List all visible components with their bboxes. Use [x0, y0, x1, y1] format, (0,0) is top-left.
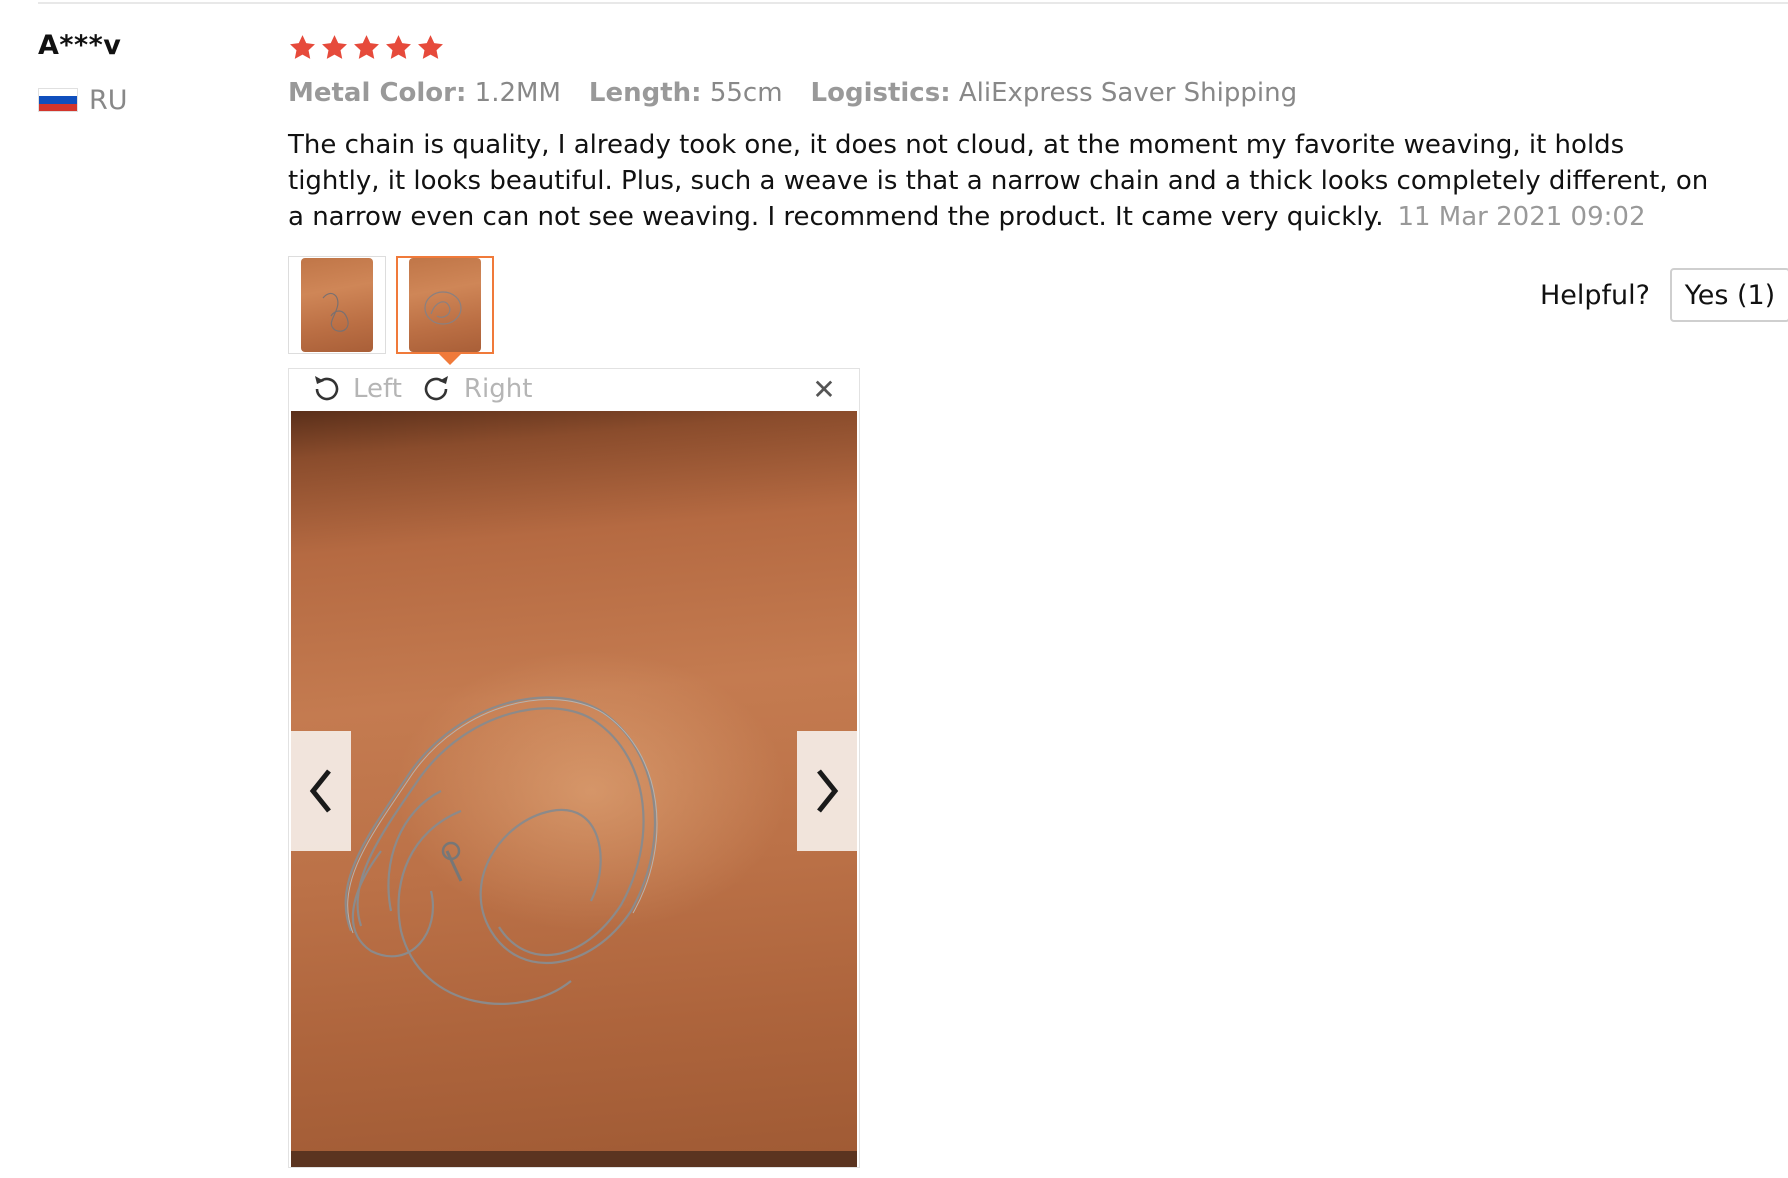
attribute-key: Logistics: [810, 78, 951, 108]
review-thumbnails [288, 256, 494, 365]
attribute-key: Metal Color: [288, 78, 467, 108]
helpful-yes-button[interactable]: Yes (1) [1670, 268, 1788, 322]
attribute-value: AliExpress Saver Shipping [958, 78, 1298, 108]
review-body: The chain is quality, I already took one… [288, 127, 1718, 235]
review-page: A***v RU Metal Color: 1.2MM Length: 55cm… [0, 0, 1788, 1178]
star-icon [384, 33, 413, 62]
reviewer-name: A***v [38, 30, 122, 61]
review-attributes: Metal Color: 1.2MM Length: 55cm Logistic… [288, 78, 1297, 108]
review-thumbnail-1[interactable] [288, 256, 386, 354]
viewer-toolbar: Left Right ✕ [289, 369, 859, 409]
divider [38, 2, 1788, 4]
reviewer-country: RU [38, 84, 128, 116]
review-photo [291, 411, 857, 1167]
star-rating [288, 33, 445, 62]
star-icon [352, 33, 381, 62]
image-viewer: Left Right ✕ [288, 368, 860, 1168]
attribute-length: Length: 55cm [589, 78, 783, 108]
attribute-key: Length: [588, 78, 702, 108]
previous-image-button[interactable] [291, 731, 351, 851]
rotate-left-button[interactable]: Left [309, 372, 402, 406]
country-code: RU [89, 84, 128, 116]
helpful-section: Helpful? Yes (1) [1540, 268, 1788, 322]
rotate-right-icon [424, 376, 448, 401]
attribute-metal-color: Metal Color: 1.2MM [288, 78, 561, 108]
chain-illustration [344, 696, 658, 1005]
rotate-left-icon [315, 376, 339, 401]
chevron-left-icon [309, 769, 331, 813]
attribute-value: 1.2MM [474, 78, 561, 108]
photo-bottom-edge [291, 1151, 857, 1167]
review-date: 11 Mar 2021 09:02 [1397, 202, 1646, 232]
close-icon[interactable]: ✕ [811, 376, 837, 404]
attribute-value: 55cm [709, 78, 783, 108]
rotate-right-label: Right [463, 374, 533, 404]
thumbnail-image [301, 258, 373, 352]
chevron-right-icon [817, 769, 839, 813]
next-image-button[interactable] [797, 731, 857, 851]
rotate-right-button[interactable]: Right [420, 372, 532, 406]
review-thumbnail-2[interactable] [396, 256, 494, 365]
attribute-logistics: Logistics: AliExpress Saver Shipping [811, 78, 1298, 108]
star-icon [288, 33, 317, 62]
star-icon [416, 33, 445, 62]
active-thumbnail-caret [438, 353, 462, 365]
star-icon [320, 33, 349, 62]
helpful-label: Helpful? [1540, 279, 1651, 311]
thumbnail-image [409, 258, 481, 352]
russia-flag-icon [38, 88, 78, 112]
rotate-left-label: Left [353, 374, 402, 404]
